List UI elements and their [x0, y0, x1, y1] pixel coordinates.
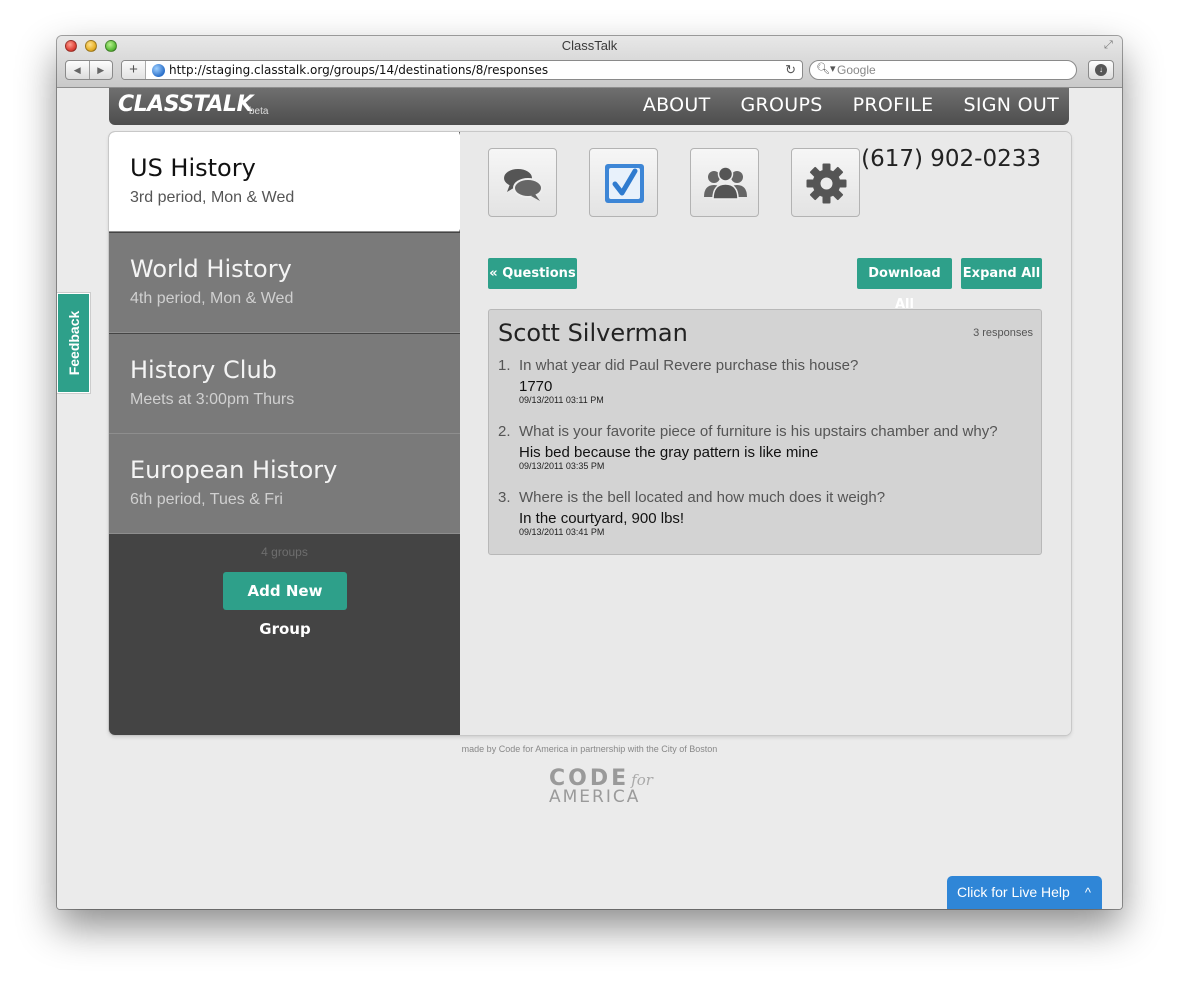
code-for-america-logo[interactable]: CODE for AMERICA	[549, 766, 653, 807]
browser-titlebar: ClassTalk ⤢ ◀ ▶ + http://staging.classta…	[57, 36, 1122, 88]
search-icon[interactable]: 🔍︎▾	[816, 62, 836, 75]
group-phone-number: (617) 902-0233	[861, 146, 1041, 172]
question-text: 1. In what year did Paul Revere purchase …	[498, 357, 1028, 374]
nav-about[interactable]: ABOUT	[643, 94, 711, 116]
feedback-tab[interactable]: Feedback	[57, 293, 90, 393]
group-item-world-history[interactable]: World History 4th period, Mon & Wed	[109, 233, 460, 333]
group-name: US History	[130, 154, 256, 182]
question-number: 2.	[498, 423, 511, 440]
conversation-icon	[504, 169, 543, 201]
gear-icon	[806, 163, 847, 204]
group-name: History Club	[130, 356, 277, 384]
group-item-history-club[interactable]: History Club Meets at 3:00pm Thurs	[109, 334, 460, 434]
download-icon: ↓	[1095, 64, 1107, 76]
search-placeholder: Google	[837, 63, 876, 77]
beta-label: beta	[249, 106, 269, 117]
answer-timestamp: 09/13/2011 03:41 PM	[519, 527, 605, 537]
url-text[interactable]: http://staging.classtalk.org/groups/14/d…	[169, 63, 548, 77]
answer-text: In the courtyard, 900 lbs!	[519, 510, 685, 527]
live-help-button[interactable]: Click for Live Help ^	[947, 876, 1102, 909]
reload-icon[interactable]: ↻	[785, 62, 796, 78]
nav-sign-out[interactable]: SIGN OUT	[963, 94, 1059, 116]
members-button[interactable]	[690, 148, 759, 217]
fullscreen-icon[interactable]: ⤢	[1104, 39, 1116, 51]
response-count: 3 responses	[973, 327, 1033, 339]
app-header: CLASSTALK beta ABOUT GROUPS PROFILE SIGN…	[109, 88, 1069, 125]
response-item: 3. Where is the bell located and how much…	[498, 489, 1028, 537]
group-schedule: Meets at 3:00pm Thurs	[130, 391, 295, 408]
group-schedule: 3rd period, Mon & Wed	[130, 189, 295, 206]
settings-button[interactable]	[791, 148, 860, 217]
groups-sidebar: US History 3rd period, Mon & Wed World H…	[109, 132, 475, 735]
response-item: 2. What is your favorite piece of furnitu…	[498, 423, 1028, 471]
group-schedule: 4th period, Mon & Wed	[130, 290, 294, 307]
logo-america: AMERICA	[549, 787, 641, 807]
answer-timestamp: 09/13/2011 03:11 PM	[519, 395, 604, 405]
live-help-label: Click for Live Help	[957, 884, 1070, 900]
page-content: CLASSTALK beta ABOUT GROUPS PROFILE SIGN…	[57, 88, 1122, 909]
response-card[interactable]: Scott Silverman 3 responses 1. In what ye…	[488, 309, 1042, 555]
group-count: 4 groups	[261, 545, 308, 559]
checkbox-icon	[605, 164, 644, 203]
responses-panel: (617) 902-0233 « Questions Download All …	[460, 132, 1071, 735]
respondent-name: Scott Silverman	[498, 319, 688, 347]
footer-credit: made by Code for America in partnership …	[461, 744, 718, 754]
search-input[interactable]: 🔍︎▾ Google	[809, 60, 1077, 80]
group-name: World History	[130, 255, 292, 283]
classtalk-logo[interactable]: CLASSTALK	[118, 92, 254, 117]
group-item-european-history[interactable]: European History 6th period, Tues & Fri	[109, 434, 460, 534]
response-item: 1. In what year did Paul Revere purchase …	[498, 357, 1028, 405]
address-bar[interactable]: + http://staging.classtalk.org/groups/14…	[121, 60, 803, 80]
question-number: 3.	[498, 489, 511, 506]
chevron-up-icon: ^	[1084, 885, 1091, 900]
downloads-button[interactable]: ↓	[1088, 60, 1114, 80]
nav-groups[interactable]: GROUPS	[741, 94, 823, 116]
group-item-us-history[interactable]: US History 3rd period, Mon & Wed	[109, 132, 475, 232]
back-arrow-icon[interactable]: ◀	[66, 61, 89, 79]
group-name: European History	[130, 456, 338, 484]
questions-button[interactable]	[589, 148, 658, 217]
answer-text: His bed because the gray pattern is like…	[519, 444, 819, 461]
group-schedule: 6th period, Tues & Fri	[130, 491, 283, 508]
add-bookmark-icon[interactable]: +	[122, 61, 146, 79]
question-label: What is your favorite piece of furniture…	[519, 423, 998, 440]
conversation-button[interactable]	[488, 148, 557, 217]
main-container: US History 3rd period, Mon & Wed World H…	[109, 132, 1071, 735]
answer-text: 1770	[519, 378, 553, 395]
add-new-group-button[interactable]: Add New Group	[223, 572, 347, 638]
globe-icon	[152, 64, 165, 77]
feedback-label: Feedback	[65, 310, 82, 376]
answer-timestamp: 09/13/2011 03:35 PM	[519, 461, 605, 471]
question-text: 3. Where is the bell located and how much…	[498, 489, 1028, 506]
question-number: 1.	[498, 357, 511, 374]
window-title: ClassTalk	[561, 38, 618, 53]
people-icon	[704, 166, 747, 200]
back-to-questions-button[interactable]: « Questions	[488, 258, 577, 289]
forward-arrow-icon[interactable]: ▶	[88, 61, 113, 79]
question-label: Where is the bell located and how much d…	[519, 489, 886, 506]
history-nav: ◀ ▶	[65, 60, 113, 80]
download-all-button[interactable]: Download All	[857, 258, 952, 312]
expand-all-button[interactable]: Expand All	[961, 258, 1042, 289]
top-navigation: ABOUT GROUPS PROFILE SIGN OUT	[643, 94, 1059, 116]
question-text: 2. What is your favorite piece of furnitu…	[498, 423, 1028, 440]
nav-profile[interactable]: PROFILE	[853, 94, 934, 116]
browser-window: ClassTalk ⤢ ◀ ▶ + http://staging.classta…	[57, 36, 1122, 909]
question-label: In what year did Paul Revere purchase th…	[519, 357, 859, 374]
